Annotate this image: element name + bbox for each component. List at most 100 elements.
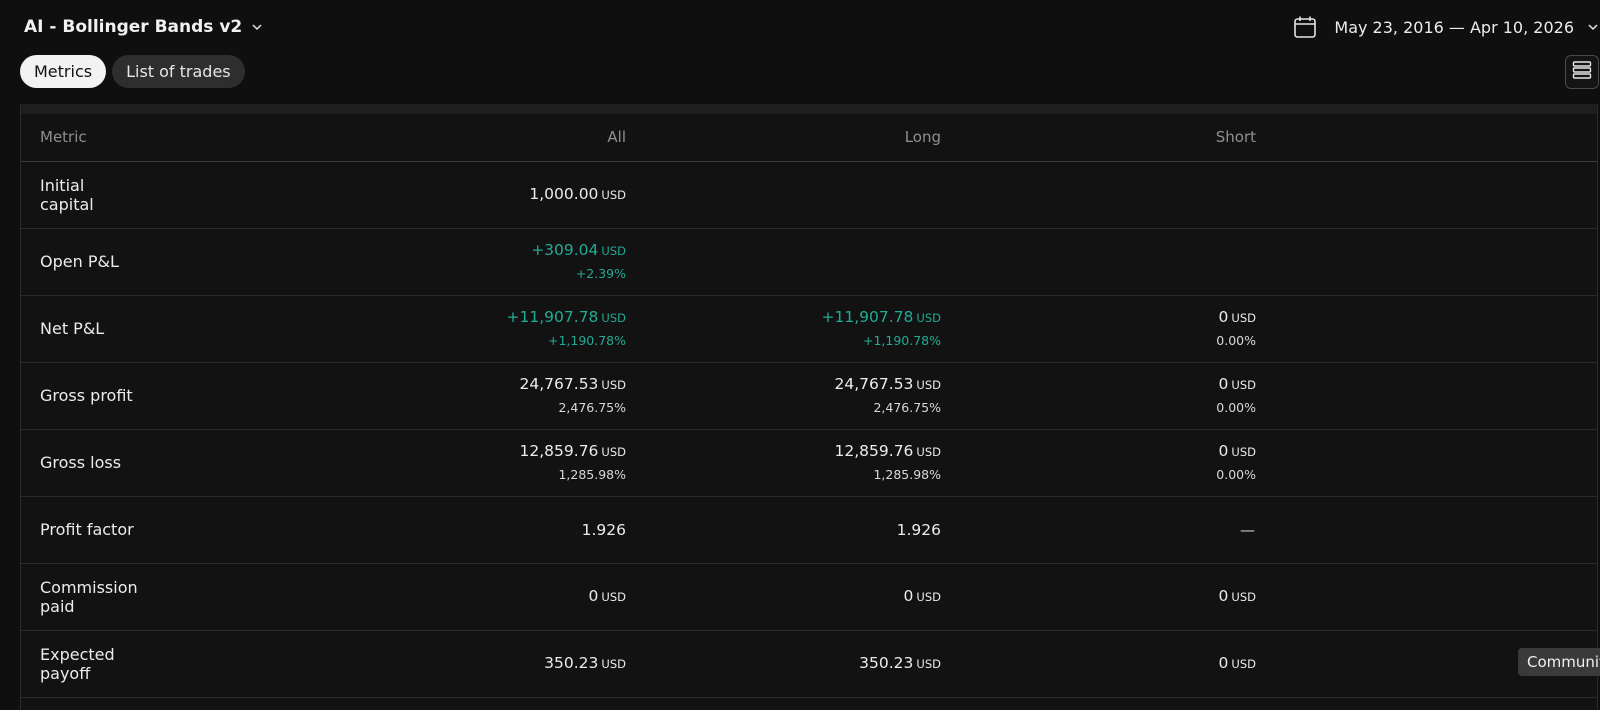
value: 0 xyxy=(588,587,599,605)
metric-name: Initial capital xyxy=(40,175,94,214)
unit: USD xyxy=(601,244,626,258)
cell-all: 1.926 xyxy=(141,496,626,564)
unit: USD xyxy=(601,188,626,202)
value: 24,767.53 xyxy=(519,375,599,393)
community-tooltip[interactable]: Community xyxy=(1518,648,1600,676)
metric-name: Expected payoff xyxy=(40,644,115,683)
value: +11,907.78 xyxy=(506,308,599,326)
date-range-label: May 23, 2016 — Apr 10, 2026 xyxy=(1334,17,1574,37)
value: +309.04 xyxy=(531,241,599,259)
unit: USD xyxy=(601,311,626,325)
metric-name: Commission paid xyxy=(40,577,138,616)
cell-long: 12,859.76 USD 1,285.98% xyxy=(626,429,941,497)
value: 1.926 xyxy=(581,520,626,539)
metrics-panel: Metric All Long Short Initial capital 1,… xyxy=(20,104,1598,710)
percent: +1,190.78% xyxy=(862,333,941,348)
cell-all: 24,767.53 USD 2,476.75% xyxy=(141,362,626,430)
unit: USD xyxy=(1231,590,1256,604)
header-spacer xyxy=(1256,114,1597,162)
cell-short: — xyxy=(941,496,1256,564)
unit: USD xyxy=(916,590,941,604)
cell-long: 0 USD xyxy=(626,563,941,631)
metric-name: Net P&L xyxy=(40,319,105,338)
cell-long xyxy=(626,228,941,296)
table-row: Net P&L +11,907.78 USD +1,190.78% +11,907… xyxy=(21,295,1597,363)
cell-short xyxy=(941,161,1256,229)
value: 1.926 xyxy=(896,520,941,539)
cell-long: +11,907.78 USD +1,190.78% xyxy=(626,295,941,363)
metric-name: Gross loss xyxy=(40,453,122,472)
list-layout-icon xyxy=(1572,60,1592,84)
percent: 1,285.98% xyxy=(873,467,941,482)
calendar-icon xyxy=(1292,14,1318,40)
table-row: Profit factor 1.926 1.926 — xyxy=(21,496,1597,564)
value: 24,767.53 xyxy=(834,375,914,393)
unit: USD xyxy=(916,657,941,671)
table-row: Initial capital 1,000.00 USD xyxy=(21,161,1597,229)
header-short: Short xyxy=(941,114,1256,162)
unit: USD xyxy=(916,378,941,392)
metrics-table: Metric All Long Short Initial capital 1,… xyxy=(21,114,1597,698)
table-row: Expected payoff 350.23 USD 350.23 USD 0 USD xyxy=(21,630,1597,698)
value: +11,907.78 xyxy=(821,308,914,326)
strategy-title: AI - Bollinger Bands v2 xyxy=(24,17,243,37)
percent: +1,190.78% xyxy=(547,333,626,348)
strategy-title-dropdown[interactable]: AI - Bollinger Bands v2 xyxy=(24,14,262,40)
value: 0 xyxy=(1218,308,1229,326)
unit: USD xyxy=(601,657,626,671)
cell-short xyxy=(941,228,1256,296)
unit: USD xyxy=(916,311,941,325)
cell-all: +11,907.78 USD +1,190.78% xyxy=(141,295,626,363)
unit: USD xyxy=(1231,657,1256,671)
cell-short: 0 USD 0.00% xyxy=(941,295,1256,363)
cell-all: 350.23 USD xyxy=(141,630,626,698)
cell-long: 24,767.53 USD 2,476.75% xyxy=(626,362,941,430)
chevron-down-icon xyxy=(252,22,262,32)
table-row: Commission paid 0 USD 0 USD 0 USD xyxy=(21,563,1597,631)
cell-short: 0 USD xyxy=(941,563,1256,631)
tab-list-of-trades[interactable]: List of trades xyxy=(112,55,245,88)
unit: USD xyxy=(1231,445,1256,459)
report-header: AI - Bollinger Bands v2 May 23, 2016 — A… xyxy=(0,0,1600,100)
header-long: Long xyxy=(626,114,941,162)
chevron-down-icon xyxy=(1588,22,1598,32)
table-row: Gross loss 12,859.76 USD 1,285.98% 12,859… xyxy=(21,429,1597,497)
value: 1,000.00 xyxy=(529,185,599,203)
table-row: Open P&L +309.04 USD +2.39% xyxy=(21,228,1597,296)
unit: USD xyxy=(1231,311,1256,325)
unit: USD xyxy=(601,445,626,459)
value: 12,859.76 xyxy=(519,442,599,460)
cell-short: 0 USD xyxy=(941,630,1256,698)
header-all: All xyxy=(141,114,626,162)
panel-top-bar xyxy=(21,104,1597,114)
layout-toggle-button[interactable] xyxy=(1565,55,1599,89)
value: 0 xyxy=(1218,375,1229,393)
cell-all: +309.04 USD +2.39% xyxy=(141,228,626,296)
unit: USD xyxy=(1231,378,1256,392)
date-range-picker[interactable]: May 23, 2016 — Apr 10, 2026 xyxy=(1292,12,1600,42)
value: 0 xyxy=(903,587,914,605)
value: 0 xyxy=(1218,654,1229,672)
cell-all: 0 USD xyxy=(141,563,626,631)
unit: USD xyxy=(601,590,626,604)
cell-all: 1,000.00 USD xyxy=(141,161,626,229)
percent: 2,476.75% xyxy=(873,400,941,415)
percent: +2.39% xyxy=(575,266,626,281)
percent: 0.00% xyxy=(1216,400,1256,415)
cell-short: 0 USD 0.00% xyxy=(941,362,1256,430)
value: 0 xyxy=(1218,442,1229,460)
tab-metrics[interactable]: Metrics xyxy=(20,55,107,88)
metric-name: Open P&L xyxy=(40,252,119,271)
value: 350.23 xyxy=(859,654,914,672)
unit: USD xyxy=(601,378,626,392)
cell-all: 12,859.76 USD 1,285.98% xyxy=(141,429,626,497)
value: 12,859.76 xyxy=(834,442,914,460)
percent: 0.00% xyxy=(1216,333,1256,348)
value: 350.23 xyxy=(544,654,599,672)
percent: 1,285.98% xyxy=(558,467,626,482)
value: 0 xyxy=(1218,587,1229,605)
cell-short: 0 USD 0.00% xyxy=(941,429,1256,497)
percent: 2,476.75% xyxy=(558,400,626,415)
unit: USD xyxy=(916,445,941,459)
metric-name: Gross profit xyxy=(40,386,133,405)
